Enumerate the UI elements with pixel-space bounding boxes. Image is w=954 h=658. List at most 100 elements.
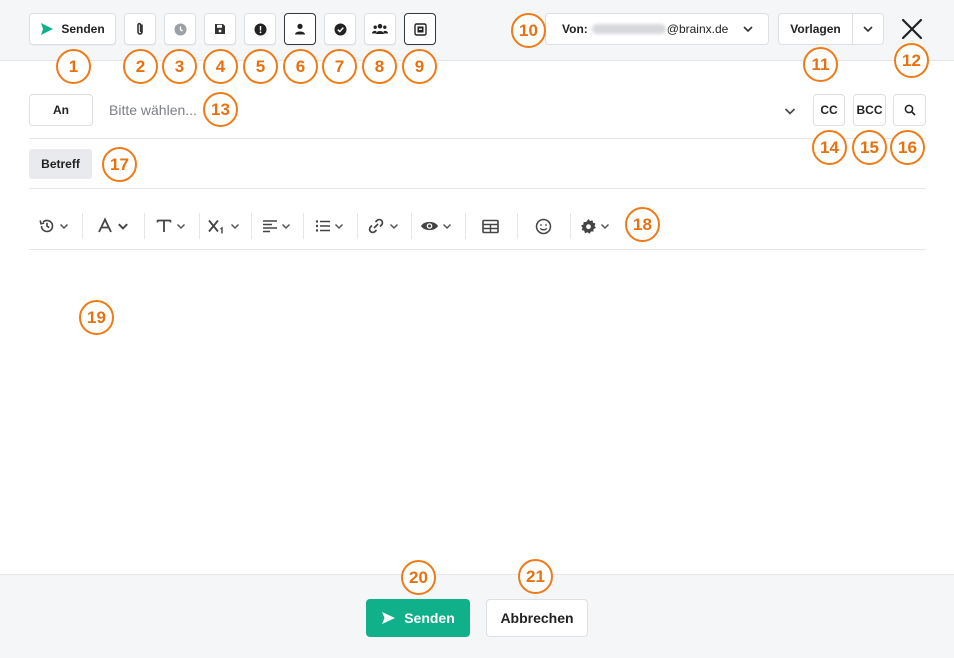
annotation-badge: 12 — [894, 43, 929, 78]
sender-domain: @brainx.de — [666, 22, 729, 36]
align-dropdown[interactable] — [262, 213, 291, 239]
search-icon — [904, 104, 916, 116]
bcc-button[interactable]: BCC — [853, 94, 886, 126]
annotation-badge: 8 — [362, 49, 397, 84]
search-button[interactable] — [893, 94, 926, 126]
annotation-badge: 3 — [162, 49, 197, 84]
toolbar-separator — [411, 213, 412, 239]
subject-label[interactable]: Betreff — [29, 149, 92, 179]
annotation-badge: 15 — [852, 130, 887, 165]
subscript-dropdown[interactable] — [207, 213, 240, 239]
annotation-badge: 10 — [511, 13, 546, 48]
send-button-bottom[interactable]: Senden — [366, 599, 470, 637]
gear-icon — [581, 218, 596, 234]
toolbar-separator — [144, 213, 145, 239]
send-button-label: Senden — [61, 22, 105, 36]
divider — [29, 188, 926, 189]
smiley-icon — [535, 218, 552, 234]
link-dropdown[interactable] — [366, 213, 399, 239]
exclamation-icon — [254, 23, 266, 35]
cancel-button[interactable]: Abbrechen — [486, 599, 588, 637]
toolbar-separator — [251, 213, 252, 239]
emoji-button[interactable] — [535, 213, 552, 239]
toolbar-separator — [465, 213, 466, 239]
preview-dropdown[interactable] — [420, 213, 452, 239]
chevron-down-icon — [230, 223, 240, 230]
priority-button[interactable] — [244, 13, 276, 45]
user-icon — [295, 23, 305, 35]
annotation-badge: 21 — [518, 559, 553, 594]
annotation-badge: 2 — [123, 49, 158, 84]
templates-button[interactable]: Vorlagen — [778, 13, 884, 45]
chevron-down-icon — [442, 223, 452, 230]
chevron-down-icon — [334, 223, 344, 230]
annotation-badge: 17 — [102, 147, 137, 182]
toolbar-separator — [517, 213, 518, 239]
to-button[interactable]: An — [29, 94, 93, 126]
chevron-down-icon[interactable] — [783, 104, 797, 118]
toolbar-separator — [303, 213, 304, 239]
annotation-badge: 4 — [203, 49, 238, 84]
annotation-badge: 18 — [625, 207, 660, 242]
font-color-icon — [98, 217, 112, 233]
sender-name-redacted — [591, 24, 666, 34]
send-button-label: Senden — [404, 610, 455, 626]
floppy-icon — [215, 24, 225, 34]
close-button[interactable] — [900, 17, 924, 41]
contact-button[interactable] — [284, 13, 316, 45]
attach-button[interactable] — [124, 13, 156, 45]
annotation-badge: 1 — [56, 49, 91, 84]
annotation-badge: 9 — [402, 49, 437, 84]
annotation-badge: 16 — [890, 130, 925, 165]
font-color-dropdown[interactable] — [96, 213, 129, 239]
schedule-button[interactable] — [164, 13, 196, 45]
chevron-down-icon — [281, 223, 291, 230]
chevron-down-icon — [176, 223, 186, 230]
message-body-editor[interactable] — [29, 251, 926, 571]
divider — [29, 138, 926, 139]
chevron-down-icon — [118, 223, 128, 230]
list-dropdown[interactable] — [315, 213, 344, 239]
paperclip-icon — [137, 22, 143, 35]
save-draft-button[interactable] — [204, 13, 236, 45]
align-left-icon — [263, 220, 277, 233]
send-button-top[interactable]: Senden — [29, 13, 116, 45]
annotation-badge: 13 — [203, 92, 238, 127]
sender-select[interactable]: Von: @brainx.de — [545, 13, 769, 45]
divider — [29, 249, 926, 250]
history-icon — [39, 219, 54, 233]
bullet-list-icon — [315, 220, 330, 232]
table-button[interactable] — [482, 213, 499, 239]
chevron-down-icon — [389, 223, 399, 230]
archive-icon — [413, 22, 427, 36]
annotation-badge: 11 — [803, 47, 838, 82]
archive-button[interactable] — [404, 13, 436, 45]
chevron-down-icon — [600, 223, 610, 230]
toolbar-separator — [82, 213, 83, 239]
chevron-down-icon — [743, 26, 753, 33]
toolbar-separator — [357, 213, 358, 239]
annotation-badge: 6 — [283, 49, 318, 84]
settings-dropdown[interactable] — [580, 213, 610, 239]
group-button[interactable] — [364, 13, 396, 45]
table-icon — [482, 219, 499, 233]
history-dropdown[interactable] — [38, 213, 69, 239]
chevron-down-icon — [59, 223, 69, 230]
toolbar-separator — [199, 213, 200, 239]
chevron-down-icon — [863, 26, 873, 33]
footer-bar — [0, 574, 954, 658]
annotation-badge: 7 — [322, 49, 357, 84]
subscript-icon — [208, 219, 223, 234]
annotation-badge: 14 — [812, 130, 847, 165]
annotation-badge: 20 — [401, 560, 436, 595]
templates-dropdown[interactable] — [853, 14, 883, 44]
templates-label: Vorlagen — [779, 14, 853, 44]
font-size-dropdown[interactable] — [155, 213, 186, 239]
recipient-input[interactable]: Bitte wählen... — [109, 102, 197, 118]
toolbar-separator — [570, 213, 571, 239]
cc-button[interactable]: CC — [813, 94, 845, 126]
annotation-badge: 5 — [243, 49, 278, 84]
sender-label: Von: — [562, 22, 588, 36]
close-icon — [901, 18, 923, 40]
confirm-button[interactable] — [324, 13, 356, 45]
